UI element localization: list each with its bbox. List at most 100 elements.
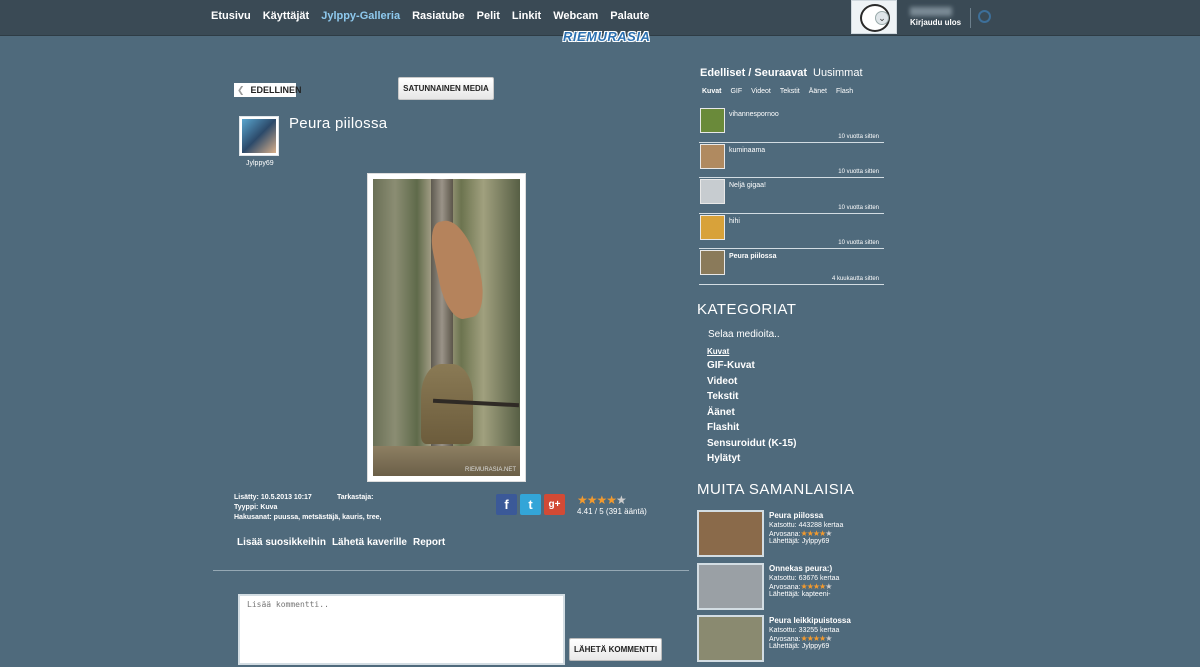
- item-name: Peura piilossa: [729, 253, 777, 260]
- thumbnail[interactable]: [697, 615, 764, 662]
- rating-text: 4.41 / 5 (391 ääntä): [577, 507, 647, 516]
- similar-list: Peura piilossa Katsottu: 443288 kertaa A…: [697, 510, 887, 667]
- facebook-icon[interactable]: f: [496, 494, 517, 515]
- category-gif-kuvat[interactable]: GIF-Kuvat: [707, 358, 796, 374]
- item-title[interactable]: Onnekas peura:): [769, 564, 832, 573]
- comment-input[interactable]: [238, 594, 565, 665]
- list-item[interactable]: Peura piilossa 4 kuukautta sitten: [699, 249, 884, 285]
- item-time: 10 vuotta sitten: [838, 204, 879, 211]
- send-comment-button[interactable]: LÄHETÄ KOMMENTTI: [569, 638, 662, 661]
- previous-button[interactable]: ❮ EDELLINEN: [234, 83, 302, 97]
- report-link[interactable]: Report: [413, 537, 445, 548]
- thumbnail[interactable]: [697, 562, 764, 610]
- star-empty-icon[interactable]: ★: [616, 493, 627, 507]
- list-item[interactable]: vihannespornoo 10 vuotta sitten: [699, 107, 884, 143]
- uploader-avatar[interactable]: [239, 116, 279, 156]
- settings-icon[interactable]: [978, 10, 991, 23]
- media-type: Tyyppi: Kuva: [234, 504, 278, 511]
- item-name: hihi: [729, 217, 740, 225]
- category-aanet[interactable]: Äänet: [707, 405, 796, 421]
- category-list: Kuvat GIF-Kuvat Videot Tekstit Äänet Fla…: [707, 346, 796, 467]
- sidebar-header: Edelliset / Seuraavat Uusimmat: [700, 67, 863, 79]
- star-icon[interactable]: ★★★★: [577, 493, 617, 507]
- recent-list: vihannespornoo 10 vuotta sitten kuminaam…: [699, 107, 884, 285]
- checker-label: Tarkastaja:: [337, 494, 374, 501]
- random-media-button[interactable]: SATUNNAINEN MEDIA: [398, 77, 494, 100]
- item-time: 10 vuotta sitten: [838, 169, 879, 175]
- list-item[interactable]: Neljä gigaa! 10 vuotta sitten: [699, 178, 884, 214]
- previous-label: EDELLINEN: [250, 85, 302, 95]
- logout-link[interactable]: Kirjaudu ulos: [910, 18, 961, 27]
- filter-aanet[interactable]: Äänet: [809, 88, 827, 95]
- thumbnail: [700, 108, 725, 133]
- share-buttons: f t g+: [496, 494, 565, 515]
- site-logo[interactable]: RIEMURASIA: [563, 29, 650, 44]
- rating-stars[interactable]: ★★★★★: [577, 493, 627, 507]
- star-icon: ★★★★★: [800, 529, 833, 538]
- nav-pelit[interactable]: Pelit: [477, 10, 500, 22]
- categories-title: KATEGORIAT: [697, 301, 797, 318]
- item-sender: Lähettäjä: kapteeni-: [769, 590, 831, 598]
- list-item[interactable]: kuminaama 10 vuotta sitten: [699, 143, 884, 178]
- filter-gif[interactable]: GIF: [730, 88, 742, 95]
- media-image[interactable]: RIEMURASIA.NET: [373, 179, 520, 476]
- add-favorite-link[interactable]: Lisää suosikkeihin: [237, 537, 326, 548]
- category-kuvat[interactable]: Kuvat: [707, 346, 796, 358]
- media-actions: Lisää suosikkeihin Lähetä kaverille Repo…: [237, 537, 445, 548]
- tab-latest[interactable]: Uusimmat: [813, 67, 863, 79]
- nav-webcam[interactable]: Webcam: [553, 10, 598, 22]
- filter-videot[interactable]: Videot: [751, 88, 771, 95]
- item-time: 10 vuotta sitten: [838, 240, 879, 246]
- main-nav: Etusivu Käyttäjät Jylppy-Galleria Rasiat…: [211, 10, 661, 22]
- username-blurred: [910, 7, 952, 16]
- nav-linkit[interactable]: Linkit: [512, 10, 541, 22]
- thumbnail[interactable]: [697, 510, 764, 557]
- nav-etusivu[interactable]: Etusivu: [211, 10, 251, 22]
- item-sender: Lähettäjä: Jylppy69: [769, 643, 830, 650]
- thumbnail: [700, 214, 725, 240]
- list-item[interactable]: Peura leikkipuistossa Katsottu: 33255 ke…: [697, 615, 887, 667]
- user-avatar[interactable]: ⌄: [851, 0, 897, 34]
- send-to-friend-link[interactable]: Lähetä kaverille: [332, 537, 407, 548]
- category-sensuroidut[interactable]: Sensuroidut (K-15): [707, 436, 796, 452]
- chevron-down-icon[interactable]: ⌄: [875, 11, 889, 25]
- thumbnail: [700, 179, 725, 204]
- media-filters: Kuvat GIF Videot Tekstit Äänet Flash: [702, 88, 853, 95]
- category-hylatyt[interactable]: Hylätyt: [707, 451, 796, 467]
- list-item[interactable]: hihi 10 vuotta sitten: [699, 214, 884, 249]
- search-tags: Hakusanat: puussa, metsästäjä, kauris, t…: [234, 514, 382, 521]
- item-name: vihannespornoo: [729, 111, 779, 118]
- star-icon: ★★★★★: [800, 634, 833, 643]
- uploader-name[interactable]: Jylppy69: [246, 160, 274, 167]
- rating-label: Arvosana:: [769, 531, 801, 538]
- filter-kuvat[interactable]: Kuvat: [702, 88, 721, 95]
- google-plus-icon[interactable]: g+: [544, 494, 565, 515]
- list-item[interactable]: Onnekas peura:) Katsottu: 63676 kertaa A…: [697, 562, 887, 616]
- nav-palaute[interactable]: Palaute: [610, 10, 649, 22]
- filter-tekstit[interactable]: Tekstit: [780, 88, 800, 95]
- media-info: Lisätty: 10.5.2013 10:17 Tarkastaja: Tyy…: [234, 493, 381, 523]
- item-time: 4 kuukautta sitten: [831, 275, 879, 282]
- nav-rasiatube[interactable]: Rasiatube: [412, 10, 465, 22]
- item-title[interactable]: Peura leikkipuistossa: [769, 616, 851, 625]
- item-name: Neljä gigaa!: [729, 182, 766, 189]
- twitter-icon[interactable]: t: [520, 494, 541, 515]
- filter-flash[interactable]: Flash: [836, 88, 853, 95]
- thumbnail: [700, 143, 725, 169]
- item-name: kuminaama: [729, 146, 766, 154]
- item-sender: Lähettäjä: Jylppy69: [769, 538, 830, 545]
- page-title: Peura piilossa: [289, 115, 388, 132]
- item-time: 10 vuotta sitten: [838, 133, 879, 140]
- item-title[interactable]: Peura piilossa: [769, 511, 823, 520]
- nav-jylppy-galleria[interactable]: Jylppy-Galleria: [321, 10, 400, 22]
- category-videot[interactable]: Videot: [707, 374, 796, 390]
- nav-kayttajat[interactable]: Käyttäjät: [263, 10, 309, 22]
- rating-label: Arvosana:: [769, 583, 801, 591]
- browse-label: Selaa medioita..: [708, 329, 780, 340]
- category-tekstit[interactable]: Tekstit: [707, 389, 796, 405]
- star-icon: ★★★★★: [800, 581, 833, 591]
- list-item[interactable]: Peura piilossa Katsottu: 443288 kertaa A…: [697, 510, 887, 563]
- category-flashit[interactable]: Flashit: [707, 420, 796, 436]
- tab-prev-next[interactable]: Edelliset / Seuraavat: [700, 67, 807, 79]
- watermark: RIEMURASIA.NET: [464, 467, 516, 473]
